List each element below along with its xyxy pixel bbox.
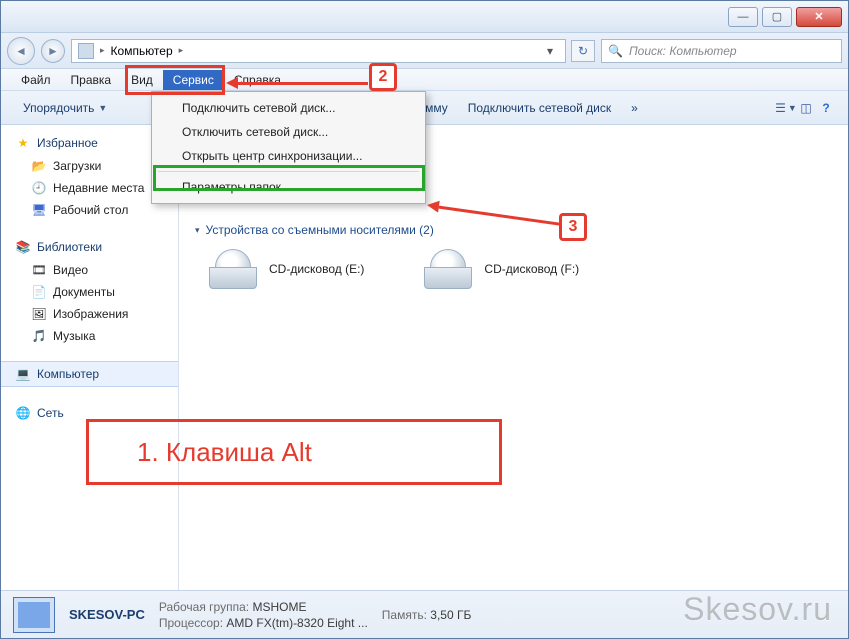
removable-section-header[interactable]: ▾ Устройства со съемными носителями (2): [179, 215, 848, 243]
nav-pictures[interactable]: 🖼 Изображения: [1, 303, 178, 325]
view-mode-button[interactable]: ☰▼: [776, 98, 796, 118]
dd-sync-center[interactable]: Открыть центр синхронизации...: [154, 144, 423, 168]
window-buttons: — ▢ ✕: [728, 7, 842, 27]
map-drive-button[interactable]: Подключить сетевой диск: [458, 97, 621, 119]
menu-view[interactable]: Вид: [121, 70, 163, 90]
breadcrumb-dropdown-icon[interactable]: ▾: [541, 40, 559, 62]
menu-help[interactable]: Справка: [224, 70, 291, 90]
breadcrumb-location[interactable]: Компьютер: [111, 44, 173, 58]
help-button[interactable]: ?: [816, 98, 836, 118]
breadcrumb-sep-icon: ▸: [100, 45, 105, 56]
documents-icon: 📄: [31, 284, 47, 300]
star-icon: ★: [15, 135, 31, 151]
computer-icon: [78, 43, 94, 59]
toolbar-overflow[interactable]: »: [621, 97, 648, 119]
videos-icon: 🎞: [31, 262, 47, 278]
menubar: Файл Правка Вид Сервис Справка: [1, 69, 848, 91]
details-cpu: AMD FX(tm)-8320 Eight ...: [226, 616, 367, 630]
tools-dropdown: Подключить сетевой диск... Отключить сет…: [151, 91, 426, 204]
breadcrumb[interactable]: ▸ Компьютер ▸ ▾: [71, 39, 566, 63]
watermark: Skesov.ru: [683, 591, 832, 628]
search-placeholder: Поиск: Компьютер: [629, 44, 737, 58]
nav-music[interactable]: 🎵 Музыка: [1, 325, 178, 347]
menu-file[interactable]: Файл: [11, 70, 61, 90]
nav-network[interactable]: 🌐 Сеть: [1, 401, 178, 425]
refresh-button[interactable]: ↻: [571, 40, 595, 62]
libraries-icon: 📚: [15, 239, 31, 255]
preview-pane-button[interactable]: ◫: [796, 98, 816, 118]
menu-tools[interactable]: Сервис: [163, 70, 224, 90]
details-pc-name: SKESOV-PC: [69, 607, 145, 622]
breadcrumb-sep-icon: ▸: [179, 45, 184, 56]
cd-drive-icon: [209, 249, 257, 289]
minimize-button[interactable]: —: [728, 7, 758, 27]
maximize-button[interactable]: ▢: [762, 7, 792, 27]
dd-map-drive[interactable]: Подключить сетевой диск...: [154, 96, 423, 120]
dropdown-separator: [158, 171, 419, 172]
collapse-icon[interactable]: ▾: [195, 225, 200, 236]
nav-computer[interactable]: 💻 Компьютер: [1, 361, 178, 387]
details-workgroup: MSHOME: [252, 600, 306, 614]
back-button[interactable]: ◄: [7, 37, 35, 65]
search-icon: 🔍: [608, 44, 623, 58]
computer-icon: 💻: [15, 366, 31, 382]
network-icon: 🌐: [15, 405, 31, 421]
nav-videos[interactable]: 🎞 Видео: [1, 259, 178, 281]
menu-edit[interactable]: Правка: [61, 70, 122, 90]
navbar: ◄ ► ▸ Компьютер ▸ ▾ ↻ 🔍 Поиск: Компьютер: [1, 33, 848, 69]
forward-button[interactable]: ►: [41, 39, 65, 63]
drive-f[interactable]: CD-дисковод (F:): [424, 249, 579, 289]
details-memory: 3,50 ГБ: [430, 608, 471, 622]
organize-button[interactable]: Упорядочить▼: [13, 97, 117, 119]
folder-icon: 📂: [31, 158, 47, 174]
close-button[interactable]: ✕: [796, 7, 842, 27]
drive-e[interactable]: CD-дисковод (E:): [209, 249, 364, 289]
cd-drive-icon: [424, 249, 472, 289]
pictures-icon: 🖼: [31, 306, 47, 322]
explorer-window: — ▢ ✕ ◄ ► ▸ Компьютер ▸ ▾ ↻ 🔍 Поиск: Ком…: [0, 0, 849, 639]
desktop-icon: 🖥: [31, 202, 47, 218]
music-icon: 🎵: [31, 328, 47, 344]
dd-unmap-drive[interactable]: Отключить сетевой диск...: [154, 120, 423, 144]
computer-large-icon: [13, 597, 55, 633]
dd-folder-options[interactable]: Параметры папок...: [154, 175, 423, 199]
nav-documents[interactable]: 📄 Документы: [1, 281, 178, 303]
recent-icon: 🕘: [31, 180, 47, 196]
search-input[interactable]: 🔍 Поиск: Компьютер: [601, 39, 842, 63]
libraries-group[interactable]: 📚 Библиотеки: [1, 235, 178, 259]
titlebar: — ▢ ✕: [1, 1, 848, 33]
